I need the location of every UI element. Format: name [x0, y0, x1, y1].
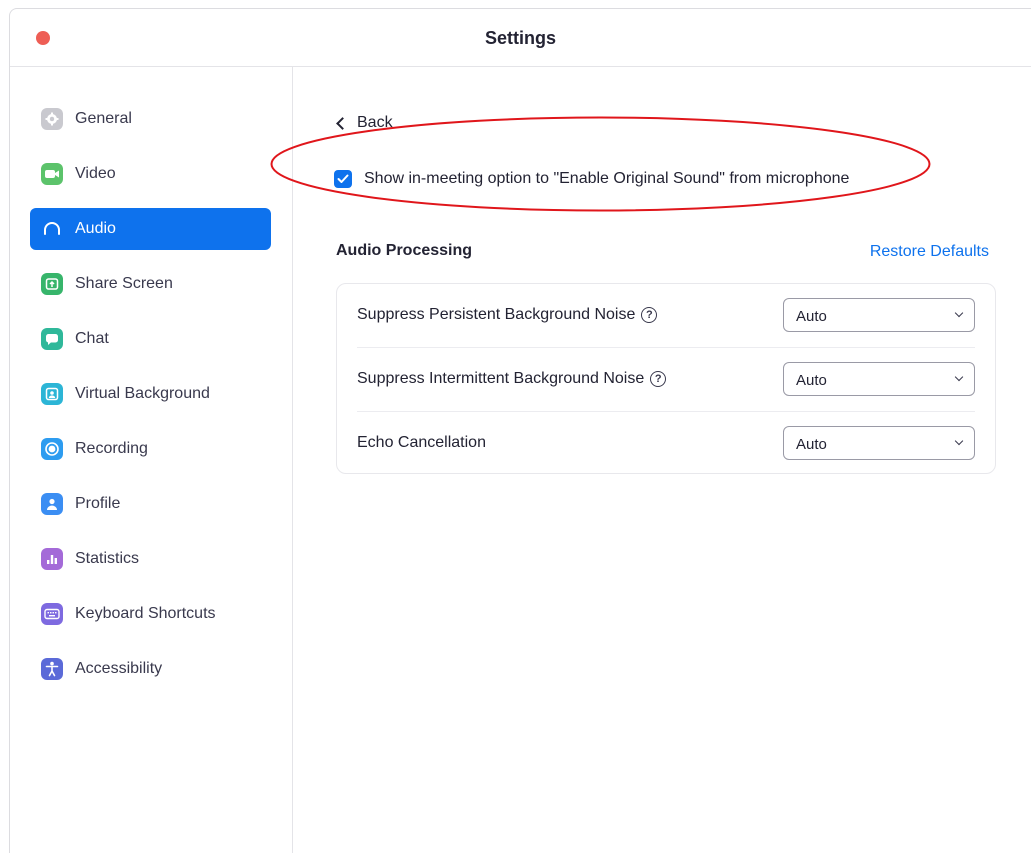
original-sound-checkbox[interactable]: [334, 170, 352, 188]
back-button[interactable]: Back: [336, 114, 393, 132]
share-screen-icon: [41, 273, 63, 295]
virtual-background-icon: [41, 383, 63, 405]
back-label: Back: [357, 114, 393, 131]
chevron-left-icon: [336, 116, 349, 130]
keyboard-icon: [41, 603, 63, 625]
settings-window: Settings General Video Audio Share Scree…: [9, 8, 1031, 853]
headphones-icon: [41, 218, 63, 240]
sidebar-item-keyboard-shortcuts[interactable]: Keyboard Shortcuts: [30, 593, 271, 635]
restore-defaults-link[interactable]: Restore Defaults: [870, 243, 989, 261]
accessibility-icon: [41, 658, 63, 680]
select-value: Auto: [796, 308, 827, 325]
sidebar-item-chat[interactable]: Chat: [30, 318, 271, 360]
sidebar-item-label: Keyboard Shortcuts: [75, 605, 216, 622]
section-title: Audio Processing: [336, 242, 473, 259]
video-camera-icon: [41, 163, 63, 185]
original-sound-option[interactable]: Show in-meeting option to "Enable Origin…: [334, 170, 849, 188]
statistics-icon: [41, 548, 63, 570]
intermittent-noise-select[interactable]: Auto: [783, 362, 975, 396]
sidebar-item-label: Audio: [75, 220, 116, 237]
chevron-down-icon: [954, 308, 964, 318]
sidebar-item-virtual-background[interactable]: Virtual Background: [30, 373, 271, 415]
echo-cancellation-select[interactable]: Auto: [783, 426, 975, 460]
select-value: Auto: [796, 436, 827, 453]
setting-label: Suppress Intermittent Background Noise ?: [357, 370, 667, 388]
sidebar-item-statistics[interactable]: Statistics: [30, 538, 271, 580]
recording-icon: [41, 438, 63, 460]
sidebar-item-label: Chat: [75, 330, 109, 347]
help-icon[interactable]: ?: [641, 307, 658, 323]
chat-bubble-icon: [41, 328, 63, 350]
sidebar-item-label: Share Screen: [75, 275, 173, 292]
setting-label-text: Suppress Intermittent Background Noise: [357, 370, 645, 387]
sidebar-item-label: Video: [75, 165, 116, 182]
sidebar-item-audio[interactable]: Audio: [30, 208, 271, 250]
gear-icon: [41, 108, 63, 130]
sidebar-item-label: Profile: [75, 495, 121, 512]
chevron-down-icon: [954, 372, 964, 382]
setting-label-text: Suppress Persistent Background Noise: [357, 306, 636, 323]
main-panel: Back Show in-meeting option to "Enable O…: [293, 67, 1031, 853]
sidebar-item-profile[interactable]: Profile: [30, 483, 271, 525]
sidebar-item-video[interactable]: Video: [30, 153, 271, 195]
sidebar-item-general[interactable]: General: [30, 98, 271, 140]
sidebar: General Video Audio Share Screen Chat Vi…: [10, 67, 293, 853]
audio-processing-panel: Suppress Persistent Background Noise ? A…: [336, 283, 996, 474]
sidebar-item-share-screen[interactable]: Share Screen: [30, 263, 271, 305]
setting-label-text: Echo Cancellation: [357, 434, 486, 451]
setting-row-intermittent-noise: Suppress Intermittent Background Noise ?…: [337, 348, 995, 412]
sidebar-item-accessibility[interactable]: Accessibility: [30, 648, 271, 690]
persistent-noise-select[interactable]: Auto: [783, 298, 975, 332]
setting-row-echo-cancellation: Echo Cancellation Auto: [337, 412, 995, 476]
chevron-down-icon: [954, 436, 964, 446]
sidebar-item-label: Virtual Background: [75, 385, 210, 402]
title-bar: Settings: [10, 9, 1031, 67]
select-value: Auto: [796, 372, 827, 389]
setting-label: Suppress Persistent Background Noise ?: [357, 306, 658, 324]
profile-icon: [41, 493, 63, 515]
setting-label: Echo Cancellation: [357, 434, 486, 452]
sidebar-item-recording[interactable]: Recording: [30, 428, 271, 470]
help-icon[interactable]: ?: [650, 371, 667, 387]
sidebar-item-label: General: [75, 110, 132, 127]
sidebar-item-label: Recording: [75, 440, 148, 457]
sidebar-item-label: Accessibility: [75, 660, 163, 677]
setting-row-persistent-noise: Suppress Persistent Background Noise ? A…: [337, 284, 995, 348]
sidebar-item-label: Statistics: [75, 550, 140, 567]
original-sound-label: Show in-meeting option to "Enable Origin…: [364, 170, 850, 187]
window-title: Settings: [484, 28, 556, 48]
checkmark-icon: [337, 174, 349, 183]
